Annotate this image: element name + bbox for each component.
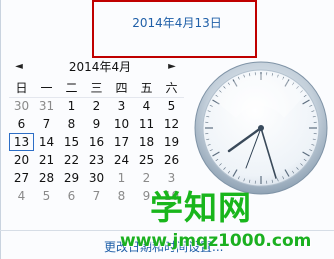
day-cell[interactable]: 22 [59, 151, 84, 169]
day-cell[interactable]: 10 [109, 115, 134, 133]
day-cell[interactable]: 8 [59, 115, 84, 133]
day-cell[interactable]: 7 [84, 187, 109, 205]
day-cell[interactable]: 3 [159, 169, 184, 187]
next-month-arrow-icon[interactable]: ► [166, 60, 178, 74]
flyout-border [0, 0, 1, 259]
week-row: 6 7 8 9 10 11 12 [9, 115, 184, 133]
day-cell[interactable]: 31 [34, 97, 59, 115]
week-row: 13 14 15 16 17 18 19 [9, 133, 184, 151]
day-cell[interactable]: 5 [34, 187, 59, 205]
watermark-site-name: 学知网 [150, 188, 252, 227]
today-cell[interactable]: 13 [9, 133, 34, 151]
day-cell[interactable]: 25 [134, 151, 159, 169]
day-cell[interactable]: 30 [9, 97, 34, 115]
week-row: 27 28 29 30 1 2 3 [9, 169, 184, 187]
day-cell[interactable]: 3 [109, 97, 134, 115]
day-cell[interactable]: 23 [84, 151, 109, 169]
day-cell[interactable]: 24 [109, 151, 134, 169]
day-cell[interactable]: 19 [159, 133, 184, 151]
day-cell[interactable]: 15 [59, 133, 84, 151]
weekday-label: 一 [40, 81, 53, 95]
day-cell[interactable]: 14 [34, 133, 59, 151]
day-cell[interactable]: 12 [159, 115, 184, 133]
day-cell[interactable]: 6 [59, 187, 84, 205]
week-row: 30 31 1 2 3 4 5 [9, 97, 184, 115]
day-cell[interactable]: 1 [109, 169, 134, 187]
weekday-header-row: 日 一 二 三 四 五 六 [9, 79, 184, 97]
weekday-divider [9, 97, 184, 98]
day-cell[interactable]: 2 [134, 169, 159, 187]
day-cell[interactable]: 16 [84, 133, 109, 151]
day-cell[interactable]: 29 [59, 169, 84, 187]
weekday-label: 六 [165, 81, 178, 95]
week-row: 20 21 22 23 24 25 26 [9, 151, 184, 169]
month-title[interactable]: 2014年4月 [50, 59, 150, 75]
day-cell[interactable]: 11 [134, 115, 159, 133]
weekday-label: 四 [115, 81, 128, 95]
day-cell[interactable]: 2 [84, 97, 109, 115]
day-cell[interactable]: 4 [9, 187, 34, 205]
weekday-label: 日 [15, 81, 28, 95]
day-cell[interactable]: 7 [34, 115, 59, 133]
day-cell[interactable]: 8 [109, 187, 134, 205]
date-highlight-box [92, 0, 257, 58]
day-cell[interactable]: 27 [9, 169, 34, 187]
weekday-label: 二 [65, 81, 78, 95]
day-cell[interactable]: 18 [134, 133, 159, 151]
day-cell[interactable]: 28 [34, 169, 59, 187]
prev-month-arrow-icon[interactable]: ◄ [13, 60, 25, 74]
weekday-label: 三 [90, 81, 103, 95]
day-cell[interactable]: 30 [84, 169, 109, 187]
day-cell[interactable]: 20 [9, 151, 34, 169]
day-cell[interactable]: 26 [159, 151, 184, 169]
watermark-url: www.jmqz1000.com [120, 231, 312, 251]
day-cell[interactable]: 1 [59, 97, 84, 115]
calendar-flyout: 2014年4月13日 ◄ 2014年4月 ► 日 一 二 三 四 五 六 30 … [0, 0, 334, 259]
day-cell[interactable]: 5 [159, 97, 184, 115]
day-cell[interactable]: 17 [109, 133, 134, 151]
day-cell[interactable]: 6 [9, 115, 34, 133]
weekday-label: 五 [140, 81, 153, 95]
day-cell[interactable]: 4 [134, 97, 159, 115]
day-cell[interactable]: 21 [34, 151, 59, 169]
day-cell[interactable]: 9 [84, 115, 109, 133]
